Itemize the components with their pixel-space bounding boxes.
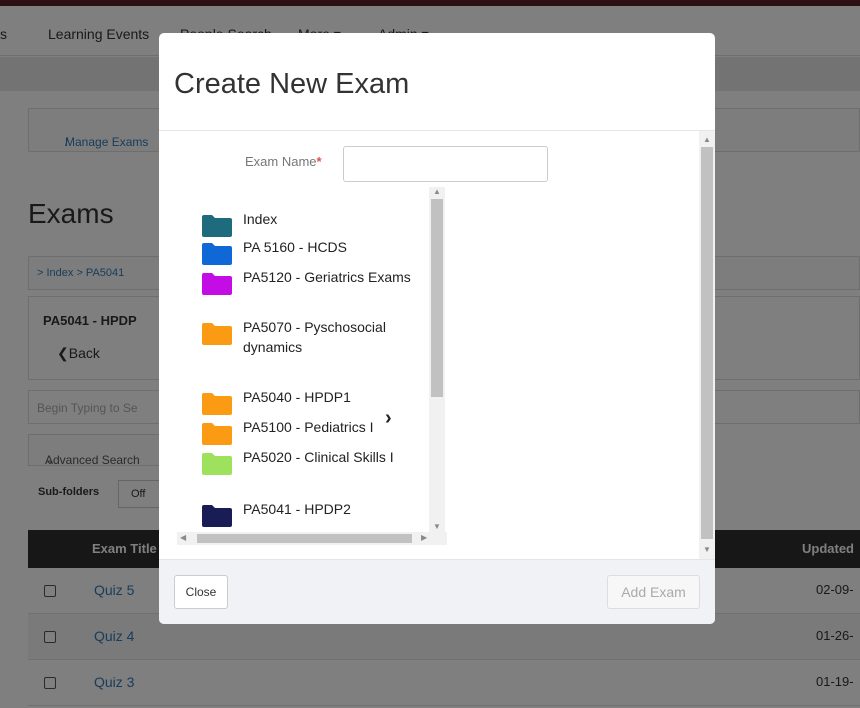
modal-header: Create New Exam: [159, 33, 715, 131]
scrollbar-thumb[interactable]: [701, 147, 713, 539]
exam-name-input[interactable]: [343, 146, 548, 182]
scroll-up-arrow-icon[interactable]: ▲: [703, 135, 711, 145]
scroll-left-arrow-icon[interactable]: ◀: [180, 533, 186, 543]
folder-label: Index: [243, 211, 278, 227]
scroll-up-arrow-icon[interactable]: ▲: [433, 187, 441, 197]
folder-label: PA5020 - Clinical Skills I: [243, 449, 394, 465]
folder-item-pa5020[interactable]: PA5020 - Clinical Skills I: [177, 447, 429, 487]
scrollbar-thumb[interactable]: [197, 534, 412, 543]
folder-label: PA5070 - Pyschosocial dynamics: [243, 319, 386, 355]
move-right-chevron-icon[interactable]: ›: [385, 407, 392, 430]
folder-label: PA5120 - Geriatrics Exams: [243, 269, 411, 285]
modal-body-scrollbar[interactable]: ▲ ▼: [699, 131, 715, 559]
create-exam-modal: Create New Exam Exam Name* Index PA 5160…: [159, 33, 715, 624]
exam-name-label-text: Exam Name: [245, 154, 317, 169]
scroll-right-arrow-icon[interactable]: ▶: [421, 533, 427, 543]
folder-label: PA5041 - HPDP2: [243, 501, 351, 517]
folder-icon: [202, 273, 232, 295]
folder-icon: [202, 243, 232, 265]
scrollbar-thumb[interactable]: [431, 199, 443, 397]
required-mark: *: [316, 154, 322, 169]
modal-body: Exam Name* Index PA 5160 - HCDS PA5120 -…: [159, 131, 715, 559]
folder-item-pa5120[interactable]: PA5120 - Geriatrics Exams: [177, 267, 429, 307]
folder-icon: [202, 423, 232, 445]
folder-tree-horizontal-scrollbar[interactable]: ◀ ▶: [177, 532, 447, 545]
folder-label: PA 5160 - HCDS: [243, 239, 348, 255]
folder-tree-vertical-scrollbar[interactable]: ▲ ▼: [429, 187, 445, 533]
exam-name-label: Exam Name*: [245, 154, 322, 169]
folder-tree: Index PA 5160 - HCDS PA5120 - Geriatrics…: [177, 187, 447, 545]
folder-icon: [202, 323, 232, 345]
modal-footer: Close Add Exam: [159, 559, 715, 624]
folder-label: PA5100 - Pediatrics I: [243, 419, 374, 435]
folder-label: PA5040 - HPDP1: [243, 389, 351, 405]
scroll-down-arrow-icon[interactable]: ▼: [433, 522, 441, 532]
close-button[interactable]: Close: [174, 575, 228, 609]
add-exam-button[interactable]: Add Exam: [607, 575, 700, 609]
folder-icon: [202, 393, 232, 415]
folder-item-index[interactable]: Index: [177, 209, 429, 237]
scroll-down-arrow-icon[interactable]: ▼: [703, 545, 711, 555]
folder-item-pa5160[interactable]: PA 5160 - HCDS: [177, 237, 429, 265]
folder-item-pa5040[interactable]: PA5040 - HPDP1: [177, 387, 429, 415]
folder-icon: [202, 505, 232, 527]
folder-icon: [202, 215, 232, 237]
folder-item-pa5041[interactable]: PA5041 - HPDP2: [177, 499, 429, 527]
modal-title: Create New Exam: [174, 68, 410, 100]
folder-icon: [202, 453, 232, 475]
folder-item-pa5070[interactable]: PA5070 - Pyschosocial dynamics: [177, 317, 429, 377]
